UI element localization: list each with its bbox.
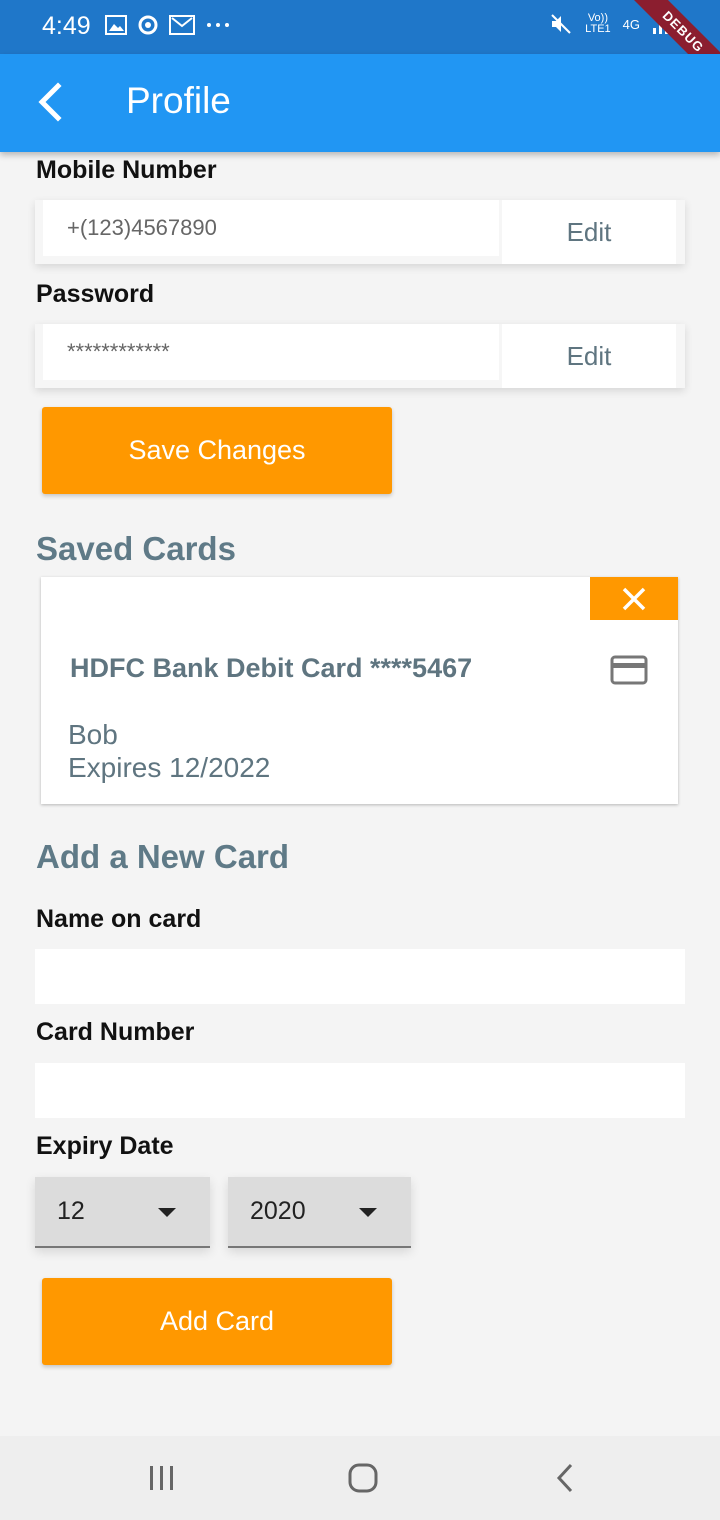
expiry-year-dropdown[interactable]: 2020: [228, 1177, 411, 1248]
network-indicator: Vo)) LTE1: [585, 13, 610, 35]
expiry-year-value: 2020: [250, 1197, 306, 1225]
expiry-month-value: 12: [57, 1197, 85, 1225]
mobile-number-row: +(123)4567890 Edit: [35, 200, 685, 264]
network-type-label: 4G: [622, 16, 640, 32]
dropdown-arrow-icon: [158, 1208, 176, 1217]
add-card-heading: Add a New Card: [36, 838, 290, 875]
save-changes-button[interactable]: Save Changes: [42, 407, 392, 494]
saved-card: HDFC Bank Debit Card ****5467 Bob Expire…: [41, 577, 678, 804]
page-title: Profile: [126, 80, 231, 121]
name-on-card-label: Name on card: [36, 905, 202, 933]
card-holder-name: Bob: [68, 719, 118, 750]
more-icon: [207, 23, 229, 27]
mail-icon: [169, 15, 195, 35]
name-on-card-input[interactable]: [35, 949, 685, 1004]
expiry-date-label: Expiry Date: [36, 1132, 174, 1160]
add-card-button[interactable]: Add Card: [42, 1278, 392, 1365]
recent-apps-button[interactable]: [140, 1456, 184, 1500]
credit-card-icon: [610, 655, 648, 685]
password-label: Password: [36, 280, 155, 308]
home-button[interactable]: [341, 1456, 385, 1500]
status-time: 4:49: [42, 12, 91, 40]
close-icon: [622, 587, 646, 610]
mute-icon: [551, 14, 571, 34]
system-nav-bar: [0, 1436, 720, 1520]
edit-mobile-button[interactable]: Edit: [502, 200, 676, 264]
image-icon: [105, 15, 127, 35]
arrow-back-icon: [38, 82, 62, 122]
card-number-label: Card Number: [36, 1018, 195, 1046]
card-number-input[interactable]: [35, 1063, 685, 1118]
app-bar: Profile: [0, 54, 720, 152]
card-expiry: Expires 12/2022: [68, 752, 271, 783]
system-back-button[interactable]: [543, 1456, 587, 1500]
remove-card-button[interactable]: [590, 577, 678, 620]
sync-icon: [138, 15, 158, 35]
notification-icons: [105, 14, 231, 36]
password-field[interactable]: ************: [43, 324, 499, 380]
password-row: ************ Edit: [35, 324, 685, 388]
lte-label: LTE1: [585, 23, 611, 35]
saved-cards-heading: Saved Cards: [36, 530, 236, 567]
card-name: HDFC Bank Debit Card ****5467: [70, 653, 473, 683]
home-icon: [348, 1463, 378, 1493]
expiry-month-dropdown[interactable]: 12: [35, 1177, 210, 1248]
status-bar: 4:49 Vo)) LTE1 4G DEBUG: [0, 0, 720, 94]
recent-apps-icon: [150, 1466, 173, 1490]
back-icon: [556, 1463, 573, 1493]
dropdown-arrow-icon: [359, 1208, 377, 1217]
mobile-number-field[interactable]: +(123)4567890: [43, 200, 499, 256]
edit-password-button[interactable]: Edit: [502, 324, 676, 388]
back-button[interactable]: [30, 80, 74, 124]
mobile-number-label: Mobile Number: [36, 156, 217, 184]
